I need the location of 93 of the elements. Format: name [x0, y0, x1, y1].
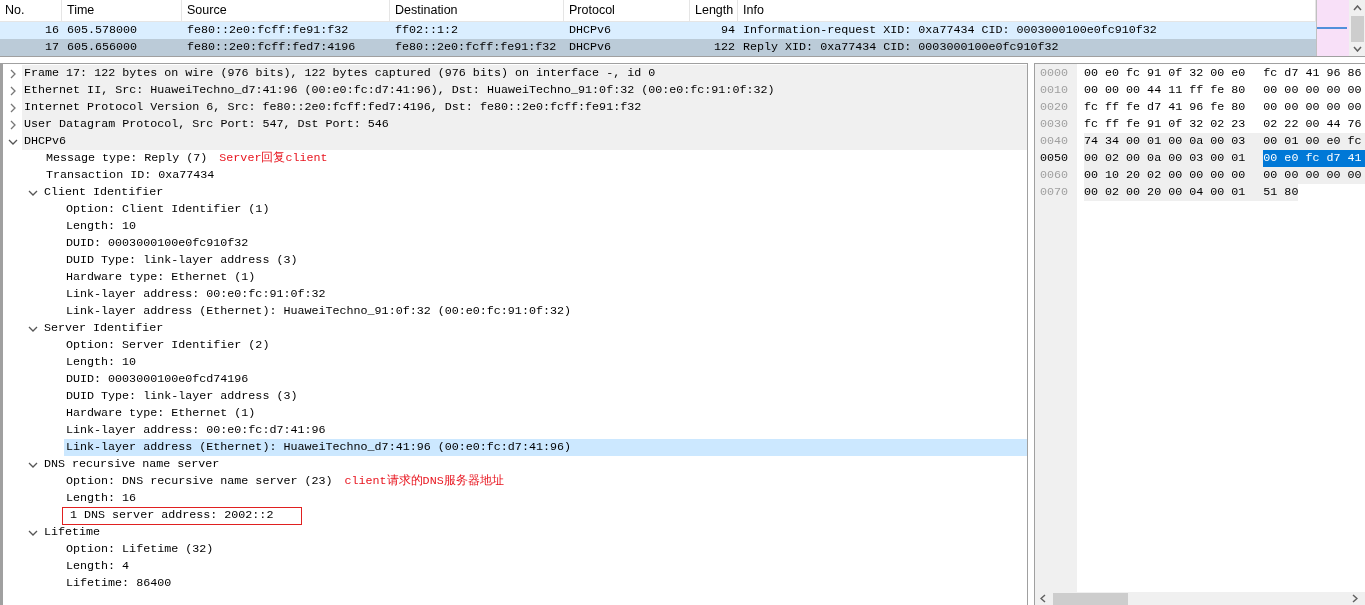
minimap-marker	[1317, 27, 1348, 29]
tree-item[interactable]: Link-layer address (Ethernet): HuaweiTechno_d7:41:96 (00:e0:fc:d7:41:96)	[64, 439, 1027, 456]
hex-bytes[interactable]: 00 00 00 00 00	[1263, 82, 1365, 99]
chevron-right-icon[interactable]	[8, 85, 18, 96]
tree-item[interactable]: Ethernet II, Src: HuaweiTechno_d7:41:96 (00:e0:fc:d7:41:96), Dst: HuaweiTechno_91:0f:32 (00:e0:fc:91:0f:32)	[22, 82, 1027, 99]
column-header[interactable]: Destination	[390, 0, 564, 21]
table-cell-text: fe80::2e0:fcff:fed7:4196	[186, 39, 357, 56]
tree-item[interactable]: Hardware type: Ethernet (1)	[64, 269, 1027, 286]
column-header[interactable]: No.	[0, 0, 62, 21]
offset-label: 0000	[1039, 65, 1070, 82]
offset-label: 0030	[1039, 116, 1070, 133]
tree-item[interactable]: DUID: 0003000100e0fc910f32	[64, 235, 1027, 252]
hex-bytes[interactable]: 00 00 00 00 00	[1263, 99, 1365, 116]
tree-item[interactable]: DHCPv6	[22, 133, 1027, 150]
tree-item[interactable]: Link-layer address: 00:e0:fc:91:0f:32	[64, 286, 1027, 303]
scroll-left-icon[interactable]	[1040, 594, 1046, 603]
tree-item[interactable]: Link-layer address: 00:e0:fc:d7:41:96	[64, 422, 1027, 439]
tree-item[interactable]: User Datagram Protocol, Src Port: 547, Dst Port: 546	[22, 116, 1027, 133]
scroll-right-icon[interactable]	[1352, 594, 1358, 603]
tree-item[interactable]: Option: Server Identifier (2)	[64, 337, 1027, 354]
hex-bytes[interactable]: 00 02 00 0a 00 03 00 01	[1084, 150, 1264, 167]
tree-item[interactable]: Link-layer address (Ethernet): HuaweiTechno_91:0f:32 (00:e0:fc:91:0f:32)	[64, 303, 1027, 320]
scroll-up-icon[interactable]	[1352, 5, 1362, 11]
offset-label: 0050	[1039, 150, 1070, 167]
table-cell-text: ff02::1:2	[394, 22, 460, 39]
packet-row[interactable]: 17 605.656000 fe80::2e0:fcff:fed7:4196 fe80::2e0:fcff:fe91:f32 DHCPv6 122 Reply XID: 0xa77434 CID: 0003000100e0fc910f32	[0, 39, 1316, 56]
tree-item[interactable]: Length: 4	[64, 558, 1027, 575]
hex-bytes[interactable]: fc ff fe 91 0f 32 02 23	[1084, 116, 1264, 133]
tree-item[interactable]: Client Identifier	[42, 184, 1027, 201]
tree-item[interactable]: 1 DNS server address: 2002::2	[62, 507, 303, 525]
hex-bytes[interactable]: 00 01 00 e0 fc	[1263, 133, 1365, 150]
offset-label: 0040	[1039, 133, 1070, 150]
tree-item[interactable]: Internet Protocol Version 6, Src: fe80::2e0:fcff:fed7:4196, Dst: fe80::2e0:fcff:fe91:f32	[22, 99, 1027, 116]
column-header[interactable]: Source	[182, 0, 390, 21]
horizontal-scrollbar[interactable]	[1035, 592, 1365, 605]
hex-bytes[interactable]: 00 e0 fc 91 0f 32 00 e0	[1084, 65, 1264, 82]
hex-bytes[interactable]: 00 00 00 00 00	[1263, 167, 1365, 184]
chevron-right-icon[interactable]	[8, 102, 18, 113]
tree-item[interactable]: DUID Type: link-layer address (3)	[64, 252, 1027, 269]
hex-bytes[interactable]: 00 02 00 20 00 04 00 01	[1084, 184, 1264, 201]
tree-item[interactable]: Server Identifier	[42, 320, 1027, 337]
scrollbar-thumb[interactable]	[1350, 15, 1364, 42]
scroll-down-icon[interactable]	[1352, 46, 1362, 52]
table-cell-text: 17	[43, 39, 60, 56]
table-cell-text: 94	[719, 22, 736, 39]
table-cell-text: Reply XID: 0xa77434 CID: 0003000100e0fc910f32	[742, 39, 1060, 56]
table-cell-text: DHCPv6	[568, 39, 613, 56]
annotation-text: client请求的DNS服务器地址	[344, 473, 504, 490]
table-cell-text: Information-request XID: 0xa77434 CID: 0003000100e0fc910f32	[742, 22, 1158, 39]
vertical-scrollbar[interactable]	[1349, 0, 1365, 56]
offset-label: 0010	[1039, 82, 1070, 99]
chevron-right-icon[interactable]	[8, 68, 18, 79]
hex-bytes[interactable]: fc ff fe d7 41 96 fe 80	[1084, 99, 1264, 116]
offset-label: 0070	[1039, 184, 1070, 201]
hex-bytes[interactable]: 74 34 00 01 00 0a 00 03	[1084, 133, 1264, 150]
tree-item[interactable]: Length: 16	[64, 490, 1027, 507]
tree-item[interactable]: Hardware type: Ethernet (1)	[64, 405, 1027, 422]
hex-bytes[interactable]: 00 00 00 44 11 ff fe 80	[1084, 82, 1264, 99]
tree-item[interactable]: Option: Lifetime (32)	[64, 541, 1027, 558]
hex-bytes[interactable]: 00 e0 fc d7 41	[1263, 150, 1365, 167]
tree-item[interactable]: Length: 10	[64, 354, 1027, 371]
column-header[interactable]: Length	[690, 0, 738, 21]
tree-item[interactable]: Message type: Reply (7)	[44, 150, 208, 167]
hex-bytes[interactable]: 02 22 00 44 76	[1263, 116, 1365, 133]
tree-item[interactable]: DNS recursive name server	[42, 456, 1027, 473]
table-cell-text: 16	[43, 22, 60, 39]
tree-item[interactable]: Lifetime	[42, 524, 1027, 541]
scrollbar-thumb[interactable]	[1053, 592, 1128, 605]
table-cell-text: fe80::2e0:fcff:fe91:f32	[394, 39, 558, 56]
tree-item[interactable]: DUID Type: link-layer address (3)	[64, 388, 1027, 405]
hex-bytes[interactable]: 51 80	[1263, 184, 1299, 201]
tree-item[interactable]: Option: DNS recursive name server (23)	[64, 473, 333, 490]
tree-item[interactable]: DUID: 0003000100e0fcd74196	[64, 371, 1027, 388]
table-cell-text: DHCPv6	[568, 22, 613, 39]
tree-item[interactable]: Transaction ID: 0xa77434	[44, 167, 1027, 184]
annotation-text: Server回复client	[219, 150, 328, 167]
hex-bytes[interactable]: 00 10 20 02 00 00 00 00	[1084, 167, 1264, 184]
column-header[interactable]: Time	[62, 0, 182, 21]
offset-label: 0020	[1039, 99, 1070, 116]
packet-row[interactable]: 16 605.578000 fe80::2e0:fcff:fe91:f32 ff02::1:2 DHCPv6 94 Information-request XID: 0xa77434 CID: 0003000100e0fc910f32	[0, 22, 1316, 39]
offset-label: 0060	[1039, 167, 1070, 184]
table-cell-text: 605.578000	[66, 22, 139, 39]
table-cell-text: fe80::2e0:fcff:fe91:f32	[186, 22, 350, 39]
packet-minimap[interactable]	[1316, 0, 1349, 56]
table-cell-text: 605.656000	[66, 39, 139, 56]
column-header[interactable]: Protocol	[564, 0, 690, 21]
tree-item[interactable]: Frame 17: 122 bytes on wire (976 bits), 122 bytes captured (976 bits) on interface -, id 0	[22, 65, 1027, 82]
table-cell-text: 122	[712, 39, 736, 56]
tree-item[interactable]: Length: 10	[64, 218, 1027, 235]
hex-bytes[interactable]: fc d7 41 96 86	[1263, 65, 1365, 82]
chevron-right-icon[interactable]	[8, 119, 18, 130]
tree-item[interactable]: Lifetime: 86400	[64, 575, 1027, 592]
tree-item[interactable]: Option: Client Identifier (1)	[64, 201, 1027, 218]
